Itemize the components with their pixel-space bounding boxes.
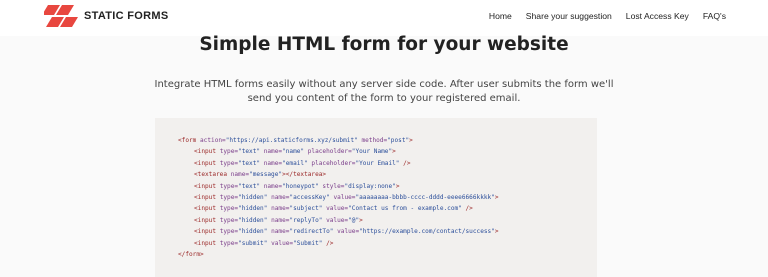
code-token: "hidden"	[238, 194, 272, 202]
code-token: "hidden"	[238, 228, 272, 236]
code-token: <textarea	[194, 171, 231, 179]
code-token: <form	[178, 137, 201, 144]
code-token: action=	[200, 137, 226, 144]
code-token: "Contact us from - example.com"	[348, 205, 466, 213]
code-token: <input	[194, 159, 220, 167]
code-token: type=	[219, 239, 239, 247]
code-token: "display:none"	[344, 182, 396, 190]
top-navbar: STATIC FORMS Home Share your suggestion …	[0, 0, 768, 36]
code-token: "Your Name"	[351, 148, 393, 156]
code-token: "submit"	[238, 239, 272, 247]
code-token: name=	[271, 194, 290, 202]
code-token: name=	[263, 182, 283, 190]
code-token: <input	[194, 194, 220, 202]
code-token: "hidden"	[238, 216, 272, 224]
code-token: name=	[263, 159, 283, 167]
code-token: "@"	[348, 216, 360, 224]
code-token: "post"	[387, 137, 410, 144]
code-token: name=	[271, 205, 290, 213]
main-nav: Home Share your suggestion Lost Access K…	[489, 11, 726, 21]
code-token: value=	[271, 239, 294, 247]
code-token: "text"	[238, 182, 264, 190]
code-token: "replyTo"	[289, 216, 327, 224]
code-token: "aaaaaaaa-bbbb-cccc-dddd-eeee6666kkkk"	[355, 194, 495, 202]
code-token: value=	[333, 194, 356, 202]
code-token: />	[403, 159, 411, 167]
code-token: >	[494, 228, 499, 236]
page-description: Integrate HTML forms easily without any …	[154, 79, 614, 104]
code-token: name=	[263, 148, 283, 156]
code-token: "redirectTo"	[289, 228, 338, 236]
code-token: name=	[271, 228, 290, 236]
code-token: />	[326, 239, 334, 247]
nav-home-link[interactable]: Home	[489, 11, 512, 21]
code-token: >	[392, 148, 396, 156]
code-token: "email"	[282, 159, 312, 167]
code-line: <input type="hidden" name="replyTo" valu…	[178, 215, 499, 226]
code-token: <input	[194, 205, 220, 213]
code-line: <input type="hidden" name="accessKey" va…	[178, 192, 499, 203]
code-token: style=	[322, 182, 345, 190]
code-token: name=	[230, 171, 250, 179]
code-token: placeholder=	[307, 148, 352, 156]
code-token: value=	[326, 205, 349, 213]
code-token: "name"	[282, 148, 308, 156]
code-token: <input	[194, 239, 220, 247]
code-line: <input type="submit" value="Submit" />	[178, 238, 499, 249]
brand-name: STATIC FORMS	[84, 10, 169, 22]
code-token: "https://api.staticforms.xyz/submit"	[225, 137, 362, 144]
brand[interactable]: STATIC FORMS	[44, 4, 168, 28]
code-token: />	[465, 205, 473, 213]
nav-suggestion-link[interactable]: Share your suggestion	[526, 11, 612, 21]
code-token: method=	[361, 137, 388, 144]
code-token: value=	[337, 228, 360, 236]
code-line: <input type="text" name="name" placehold…	[178, 146, 499, 157]
code-token: type=	[219, 205, 239, 213]
code-token: >	[395, 182, 400, 190]
code-token: type=	[219, 159, 239, 167]
code-token: placeholder=	[311, 159, 356, 167]
code-token: "text"	[238, 159, 264, 167]
code-token: >	[359, 216, 363, 224]
code-token: <input	[194, 148, 220, 156]
code-token: "subject"	[289, 205, 327, 213]
code-token: "hidden"	[238, 205, 272, 213]
code-token: <input	[194, 182, 220, 190]
staticforms-logo-icon	[44, 5, 78, 27]
code-token: type=	[219, 194, 239, 202]
code-token: type=	[219, 216, 239, 224]
code-token: <input	[194, 216, 220, 224]
code-line: <form action="https://api.staticforms.xy…	[178, 135, 499, 146]
code-token: "https://example.com/contact/success"	[359, 228, 495, 236]
code-line: <input type="text" name="email" placehol…	[178, 158, 499, 169]
code-token: value=	[326, 216, 349, 224]
code-line: <textarea name="message"></textarea>	[178, 169, 499, 180]
code-token: >	[409, 137, 413, 144]
code-token: "message"	[249, 171, 283, 179]
code-token: type=	[219, 182, 239, 190]
code-token: >	[494, 194, 499, 202]
code-token: "Your Email"	[355, 159, 404, 167]
nav-lost-access-key-link[interactable]: Lost Access Key	[626, 11, 689, 21]
code-line: </form>	[178, 249, 499, 260]
code-token: "honeypot"	[282, 182, 323, 190]
code-line: <input type="hidden" name="subject" valu…	[178, 203, 499, 214]
code-token: type=	[219, 228, 239, 236]
code-token: </form>	[178, 251, 204, 259]
code-token: name=	[271, 216, 290, 224]
code-line: <input type="hidden" name="redirectTo" v…	[178, 226, 499, 237]
code-sample: <form action="https://api.staticforms.xy…	[178, 135, 499, 260]
code-token: "accessKey"	[289, 194, 334, 202]
nav-faq-link[interactable]: FAQ's	[703, 11, 726, 21]
code-line: <input type="text" name="honeypot" style…	[178, 181, 499, 192]
code-token: ></textarea>	[282, 171, 327, 179]
code-token: <input	[194, 228, 220, 236]
code-sample-block: <form action="https://api.staticforms.xy…	[155, 118, 597, 277]
code-token: type=	[219, 148, 239, 156]
code-token: "text"	[238, 148, 264, 156]
page-title: Simple HTML form for your website	[199, 34, 569, 55]
code-token: "Submit"	[293, 239, 327, 247]
